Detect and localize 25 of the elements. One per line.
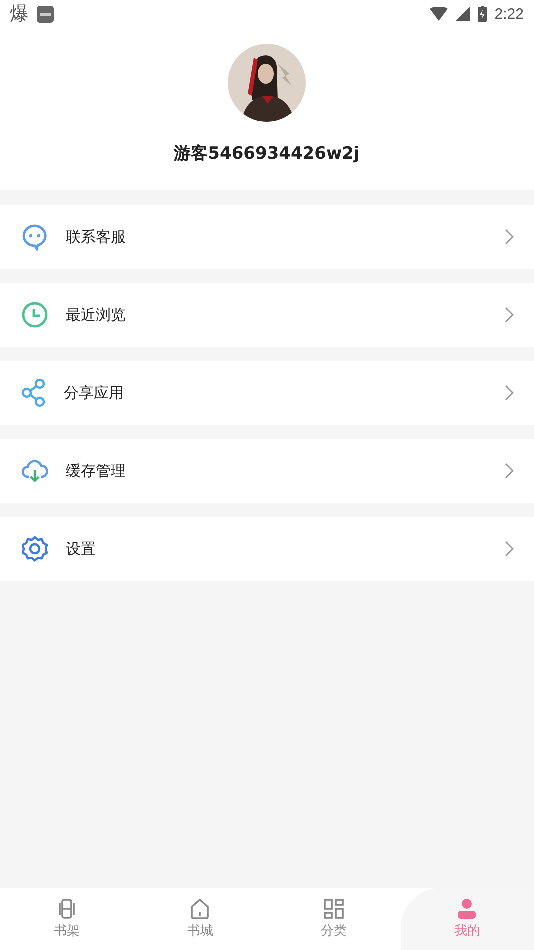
username: 游客5466934426w2j — [174, 143, 360, 165]
home-icon — [189, 898, 212, 920]
notification-text: 爆 — [10, 2, 29, 27]
menu-item[interactable]: 分享应用 — [0, 361, 534, 425]
grid-icon — [322, 898, 345, 920]
cloud-download-icon — [21, 458, 49, 484]
clock-icon — [21, 301, 49, 329]
chat-bubble-icon — [21, 223, 49, 251]
chevron-right-icon — [505, 541, 514, 557]
menu-item[interactable]: 缓存管理 — [0, 439, 534, 503]
chevron-right-icon — [505, 307, 514, 323]
person-icon — [456, 898, 478, 920]
share-icon — [21, 378, 47, 408]
chevron-right-icon — [505, 385, 514, 401]
battery-icon — [478, 6, 487, 22]
menu-item[interactable]: 设置 — [0, 517, 534, 581]
signal-icon — [456, 7, 470, 21]
chevron-right-icon — [505, 463, 514, 479]
settings-icon — [21, 535, 49, 563]
clock-time: 2:22 — [494, 6, 524, 22]
app-notification-icon — [37, 6, 54, 22]
menu-item[interactable]: 最近浏览 — [0, 283, 534, 347]
wifi-icon — [430, 7, 448, 21]
chevron-right-icon — [505, 229, 514, 245]
menu-item[interactable]: 联系客服 — [0, 205, 534, 269]
